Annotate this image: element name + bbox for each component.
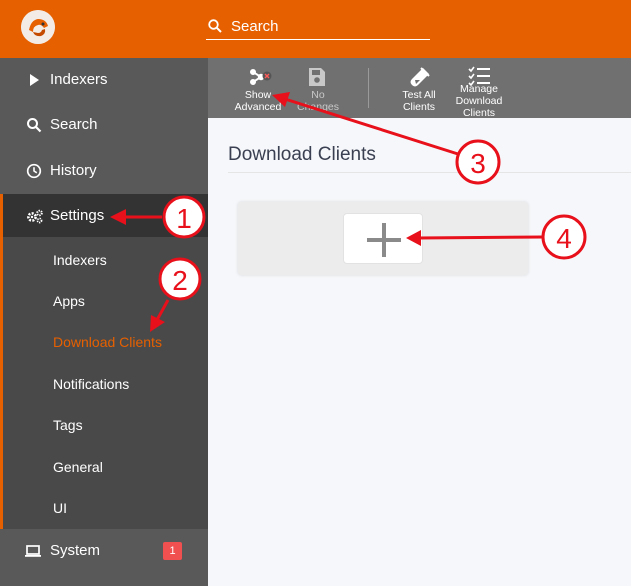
logo-icon [21,10,55,44]
submenu-item-notifications[interactable]: Notifications [53,376,129,392]
sidebar-item-label: Search [50,116,98,133]
clock-icon [26,163,42,179]
title-divider [228,172,631,173]
submenu-item-general[interactable]: General [53,459,103,475]
sidebar-item-settings[interactable]: Settings [0,194,208,239]
add-download-client-button[interactable] [343,213,423,264]
manage-label-3: Clients [462,107,496,119]
toolbar-separator [368,68,369,108]
show-advanced-label-2: Advanced [234,101,282,113]
submenu-item-tags[interactable]: Tags [53,417,83,433]
sidebar-item-search[interactable]: Search [0,103,208,148]
submenu-item-ui[interactable]: UI [53,500,67,516]
gears-icon [27,209,43,224]
plus-icon [367,223,401,257]
submenu-item-apps[interactable]: Apps [53,293,85,309]
submenu-item-indexers[interactable]: Indexers [53,252,107,268]
laptop-icon [25,545,41,557]
no-changes-label-1: No [311,89,325,101]
annotation-3-label: 3 [470,148,486,179]
show-advanced-button[interactable]: Show Advanced [229,58,287,118]
test-all-clients-button[interactable]: Test All Clients [392,58,446,118]
sidebar-item-label: Indexers [50,71,108,88]
search-icon [208,19,222,33]
test-all-label-1: Test All [402,89,436,101]
app-logo[interactable] [21,10,55,44]
manage-download-clients-button[interactable]: Manage Download Clients [452,58,506,119]
save-icon [309,68,325,86]
manage-label-2: Download [455,95,503,107]
page-title: Download Clients [228,144,376,165]
no-changes-label-2: Changes [296,101,340,113]
sidebar-item-history[interactable]: History [0,149,208,194]
search-input[interactable] [231,16,426,36]
manage-label-1: Manage [460,83,498,95]
sidebar-item-label: Settings [50,207,105,224]
annotation-4-label: 4 [556,223,572,254]
show-advanced-label-1: Show [244,89,272,101]
save-changes-button[interactable]: No Changes [292,58,344,118]
top-header [0,0,631,58]
play-icon [30,74,39,86]
search-icon [27,118,42,133]
test-all-label-2: Clients [402,101,436,113]
system-badge: 1 [163,542,182,560]
sidebar-item-indexers[interactable]: Indexers [0,58,208,103]
sidebar-item-label: System [50,542,101,559]
submenu-item-download-clients[interactable]: Download Clients [53,334,162,350]
search-box[interactable] [206,14,430,40]
advanced-icon [250,69,272,85]
sidebar-item-label: History [50,162,97,179]
test-tube-icon [410,67,430,87]
